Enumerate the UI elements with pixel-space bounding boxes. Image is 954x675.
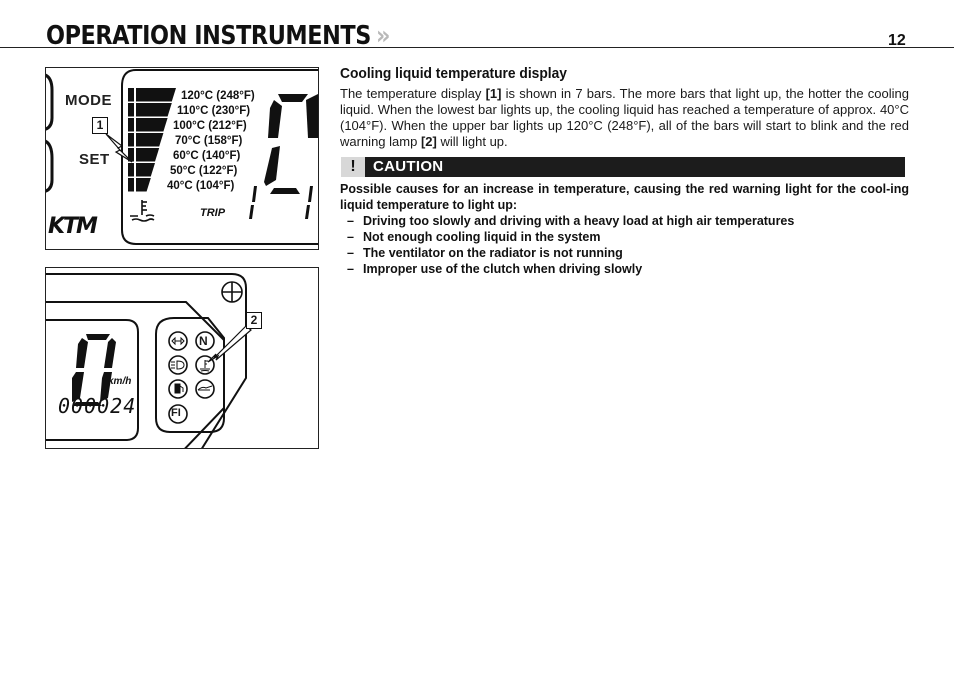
temp-label-40: 40°C (104°F)	[167, 180, 235, 192]
temperature-bar-marker	[128, 118, 134, 132]
list-item-text: Improper use of the clutch when driving …	[363, 262, 643, 276]
temp-label-50: 50°C (122°F)	[170, 165, 238, 177]
list-item-text: Driving too slowly and driving with a he…	[363, 214, 795, 228]
temperature-bar-marker	[128, 88, 134, 102]
coolant-temperature-icon	[130, 200, 155, 222]
dash-bullet: –	[347, 262, 354, 276]
temp-label-70: 70°C (158°F)	[175, 135, 243, 147]
speed-digit-segments	[264, 94, 318, 194]
neutral-lamp-label: N	[199, 334, 208, 348]
temperature-bar	[136, 178, 151, 192]
caution-title: CAUTION	[373, 158, 444, 175]
section-body: The temperature display [1] is shown in …	[340, 86, 909, 150]
figure-reference-2: [2]	[420, 134, 437, 149]
caution-list: – Driving too slowly and driving with a h…	[347, 213, 794, 277]
temperature-bar	[136, 103, 172, 117]
instrument-cluster-illustration	[46, 273, 252, 448]
list-item: – Improper use of the clutch when driving…	[347, 261, 794, 277]
figure-reference-1: [1]	[485, 86, 502, 101]
temperature-bar-graph	[128, 88, 176, 192]
dash-bullet: –	[347, 230, 354, 244]
speed-unit-label: km/h	[108, 376, 132, 387]
temp-label-120: 120°C (248°F)	[181, 90, 255, 102]
odometer-readout: 000024	[58, 394, 137, 418]
list-item: – Not enough cooling liquid in the system	[347, 229, 794, 245]
temperature-bar-marker	[128, 133, 134, 147]
temperature-bar	[136, 133, 164, 147]
temperature-bar-marker	[128, 148, 134, 162]
temperature-bar-marker	[128, 163, 134, 177]
temp-label-60: 60°C (140°F)	[173, 150, 241, 162]
temperature-bar	[136, 163, 155, 177]
temperature-bar	[136, 88, 176, 102]
mode-button-outline	[46, 73, 54, 131]
mode-button-label: MODE	[65, 92, 112, 109]
caution-banner: ! CAUTION	[341, 157, 905, 177]
list-item: – The ventilator on the radiator is not r…	[347, 245, 794, 261]
callout-2: 2	[246, 312, 262, 329]
ktm-logo: KTM	[48, 214, 98, 239]
dash-bullet: –	[347, 214, 354, 228]
body-text-1: The temperature display	[340, 86, 486, 101]
list-item-text: Not enough cooling liquid in the system	[363, 230, 601, 244]
lamp-panel	[155, 317, 225, 433]
temperature-bar	[136, 148, 160, 162]
fi-lamp-label: FI	[171, 407, 181, 419]
temperature-bar	[136, 118, 168, 132]
body-text-3: will light up.	[436, 134, 508, 149]
mounting-screw-icon	[221, 281, 243, 303]
header-divider	[0, 47, 954, 48]
section-heading: Cooling liquid temperature display	[340, 65, 567, 82]
temperature-bar-marker	[128, 178, 134, 192]
dash-bullet: –	[347, 246, 354, 260]
callout-1: 1	[92, 117, 108, 134]
trip-label: TRIP	[200, 207, 226, 219]
caution-intro: Possible causes for an increase in tempe…	[340, 182, 909, 212]
temp-label-110: 110°C (230°F)	[177, 105, 251, 117]
warning-exclamation-icon: !	[341, 157, 365, 177]
list-item-text: The ventilator on the radiator is not ru…	[363, 246, 623, 260]
temperature-bar-marker	[128, 103, 134, 117]
list-item: – Driving too slowly and driving with a h…	[347, 213, 794, 229]
set-button-outline	[46, 139, 54, 193]
figure-warning-lamps: 2 N FI km/h 000024	[45, 267, 319, 449]
page-number: 12	[888, 32, 906, 49]
outer-housing	[46, 273, 247, 448]
figure-temperature-display: MODE SET 1 120°C (248°F) 110°C (230°F) 1…	[45, 67, 319, 250]
set-button-label: SET	[79, 151, 110, 168]
temp-label-100: 100°C (212°F)	[173, 120, 247, 132]
